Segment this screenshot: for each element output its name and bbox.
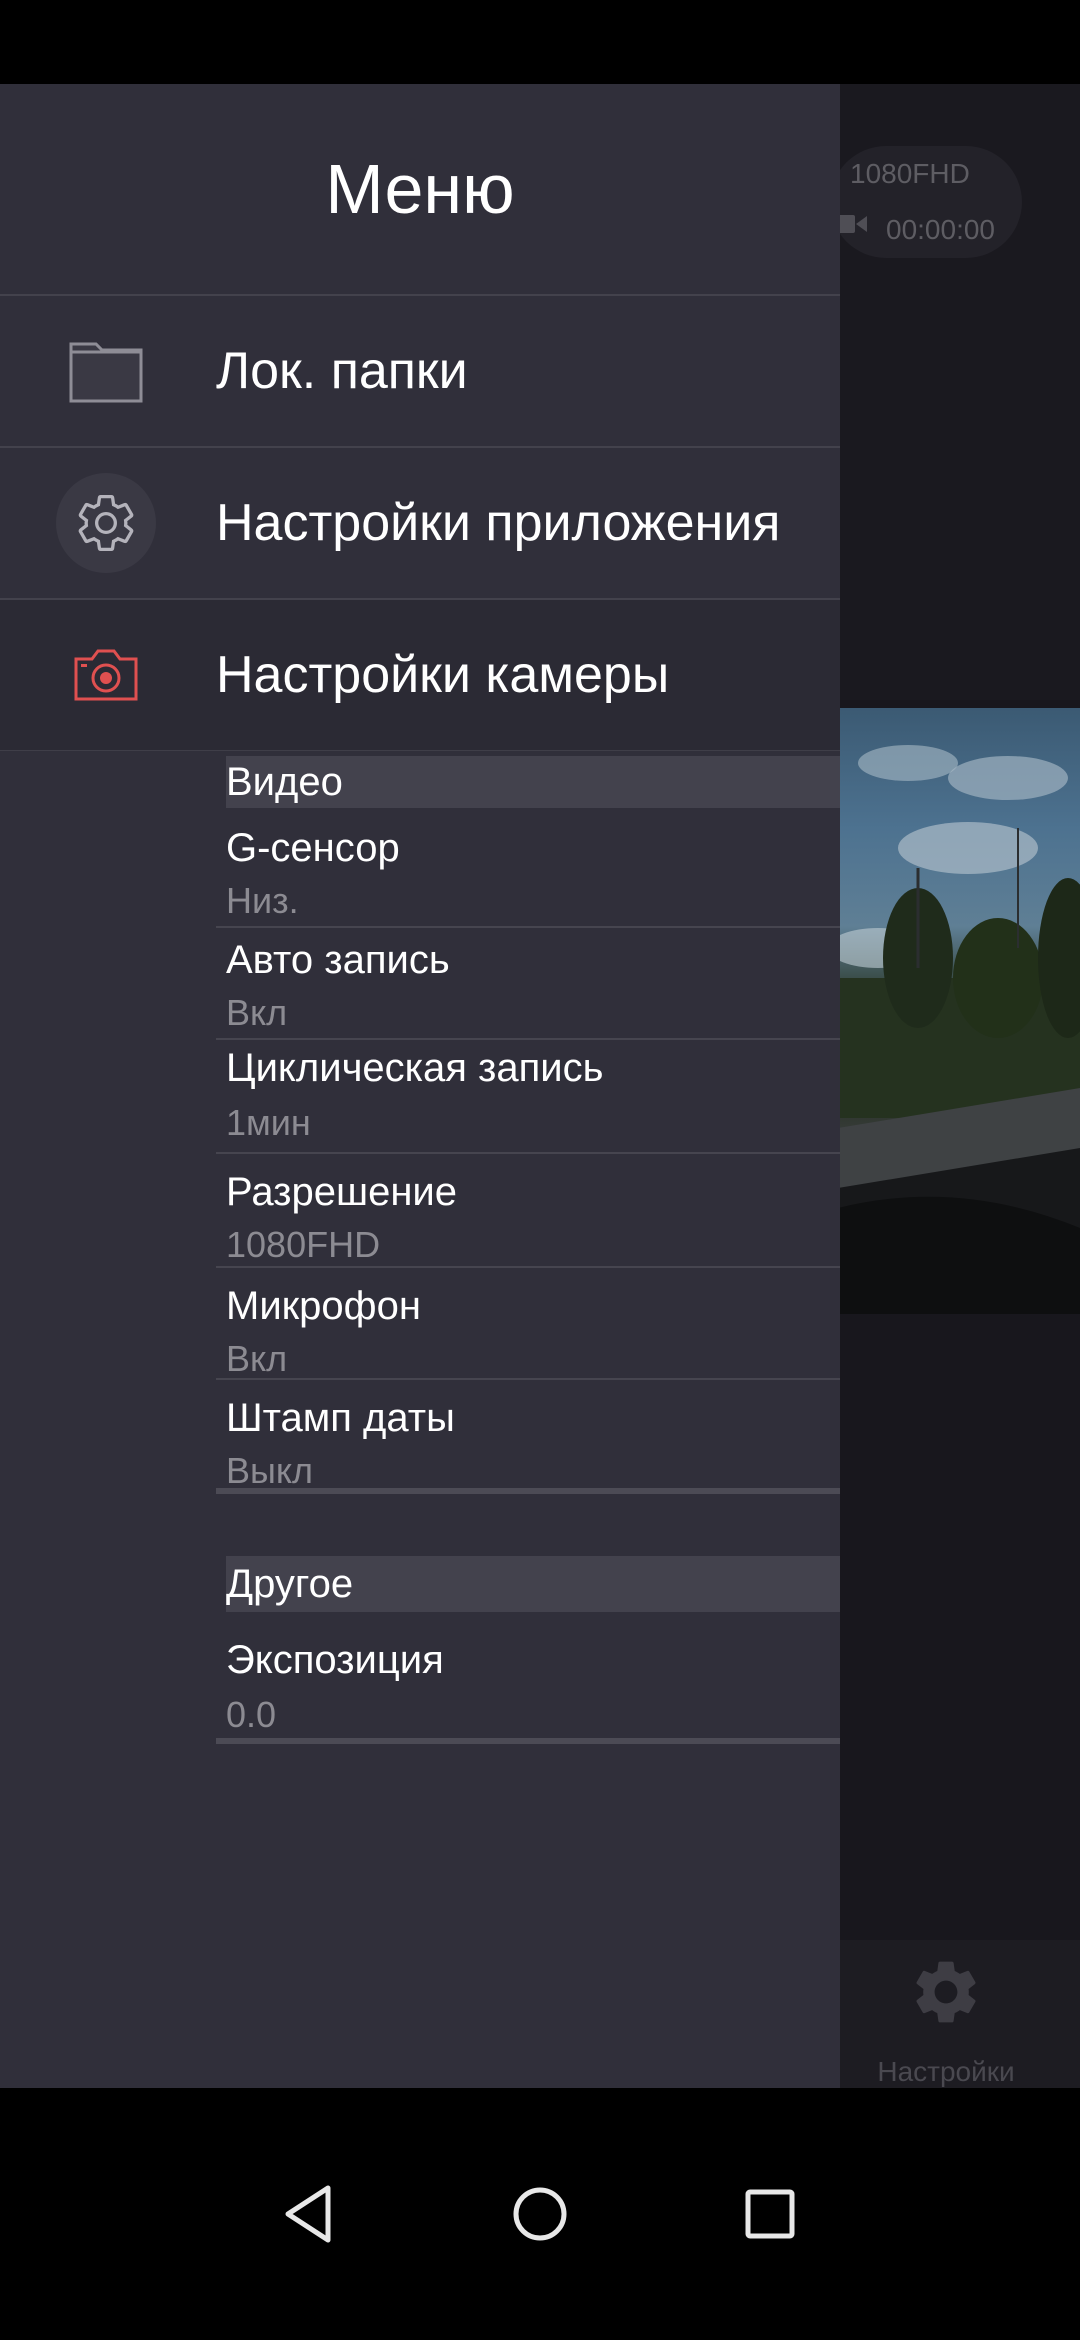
menu-item-label: Лок. папки bbox=[216, 342, 468, 400]
recents-icon[interactable] bbox=[744, 2188, 796, 2245]
setting-value: Выкл bbox=[226, 1450, 314, 1491]
menu-item-label: Настройки камеры bbox=[216, 646, 670, 704]
setting-row-exposure[interactable]: Экспозиция 0.0 bbox=[216, 1620, 840, 1744]
setting-row-g-sensor[interactable]: G-сенсор Низ. bbox=[216, 816, 840, 928]
settings-tab-label[interactable]: Настройки bbox=[846, 2056, 1046, 2088]
recording-time: 00:00:00 bbox=[886, 214, 995, 245]
setting-value: Вкл bbox=[226, 992, 288, 1033]
setting-row-auto-record[interactable]: Авто запись Вкл bbox=[216, 928, 840, 1040]
camera-icon bbox=[56, 625, 156, 725]
setting-value: Низ. bbox=[226, 880, 299, 921]
folder-icon bbox=[56, 321, 156, 421]
setting-title: Циклическая запись bbox=[226, 1046, 604, 1090]
setting-row-date-stamp[interactable]: Штамп даты Выкл bbox=[216, 1380, 840, 1494]
setting-title: Микрофон bbox=[226, 1284, 421, 1328]
home-icon[interactable] bbox=[512, 2186, 568, 2247]
setting-value: 0.0 bbox=[226, 1694, 277, 1735]
gear-icon bbox=[56, 473, 156, 573]
drawer-title: Меню bbox=[0, 84, 840, 296]
back-icon[interactable] bbox=[282, 2184, 334, 2249]
setting-row-loop-record[interactable]: Циклическая запись 1мин bbox=[216, 1040, 840, 1154]
menu-item-label: Настройки приложения bbox=[216, 494, 781, 552]
setting-title: Разрешение bbox=[226, 1170, 457, 1214]
settings-tab-icon[interactable] bbox=[908, 1954, 984, 2035]
section-title: Видео bbox=[226, 760, 343, 804]
setting-title: Авто запись bbox=[226, 938, 450, 982]
menu-item-app-settings[interactable]: Настройки приложения bbox=[0, 448, 840, 600]
setting-value: 1080FHD bbox=[226, 1224, 381, 1265]
camera-preview[interactable] bbox=[838, 708, 1080, 1314]
setting-value: Вкл bbox=[226, 1338, 288, 1379]
status-bar bbox=[0, 0, 1080, 84]
menu-item-local-folders[interactable]: Лок. папки bbox=[0, 296, 840, 448]
setting-row-resolution[interactable]: Разрешение 1080FHD bbox=[216, 1154, 840, 1268]
section-title: Другое bbox=[226, 1562, 354, 1606]
setting-title: G-сенсор bbox=[226, 826, 400, 870]
setting-value: 1мин bbox=[226, 1102, 311, 1143]
menu-item-camera-settings[interactable]: Настройки камеры bbox=[0, 600, 840, 751]
resolution-label: 1080FHD bbox=[850, 158, 970, 189]
setting-row-microphone[interactable]: Микрофон Вкл bbox=[216, 1268, 840, 1380]
setting-title: Экспозиция bbox=[226, 1638, 444, 1682]
setting-title: Штамп даты bbox=[226, 1396, 455, 1440]
system-nav-bar bbox=[0, 2088, 1080, 2340]
navigation-drawer: Меню Лок. папки Настройки приложения Нас… bbox=[0, 84, 840, 2088]
